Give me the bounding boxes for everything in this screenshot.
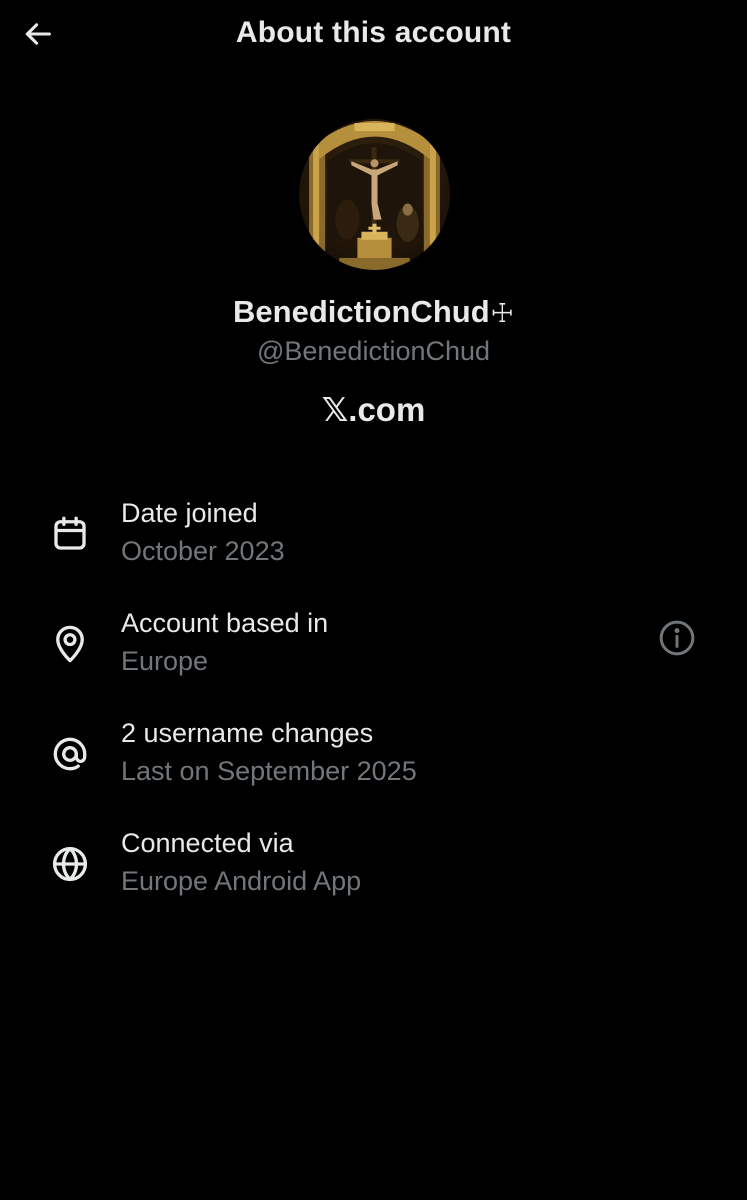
header: About this account	[0, 0, 747, 70]
detail-row-connected-via: Connected via Europe Android App	[0, 828, 747, 918]
detail-value: Europe	[121, 646, 209, 676]
detail-row-account-based-in: Account based in Europe	[0, 608, 747, 698]
name-emoji: ☩	[490, 298, 514, 328]
location-pin-icon	[46, 620, 94, 668]
display-name-text: BenedictionChud	[233, 294, 490, 329]
calendar-icon	[46, 510, 94, 558]
about-account-screen: About this account BenedictionChud☩ @Ben…	[0, 0, 747, 1200]
detail-value: Europe Android App	[121, 866, 362, 896]
page-title: About this account	[235, 16, 512, 49]
detail-row-username-changes: 2 username changes Last on September 202…	[0, 718, 747, 808]
detail-row-date-joined: Date joined October 2023	[0, 498, 747, 588]
globe-icon	[46, 840, 94, 888]
crucifixion-painting-avatar	[309, 121, 440, 270]
display-name: BenedictionChud☩	[0, 294, 747, 330]
detail-value: Last on September 2025	[121, 756, 417, 786]
avatar	[299, 119, 450, 270]
at-sign-icon	[46, 730, 94, 778]
username-handle: @BenedictionChud	[256, 336, 491, 366]
detail-value: October 2023	[121, 536, 285, 566]
detail-label: Account based in	[121, 608, 329, 638]
info-button[interactable]	[655, 616, 699, 660]
info-icon	[659, 620, 695, 656]
detail-label: Date joined	[121, 498, 258, 528]
detail-label: 2 username changes	[121, 718, 374, 748]
site-label: 𝕏.com	[321, 391, 426, 428]
detail-label: Connected via	[121, 828, 294, 858]
